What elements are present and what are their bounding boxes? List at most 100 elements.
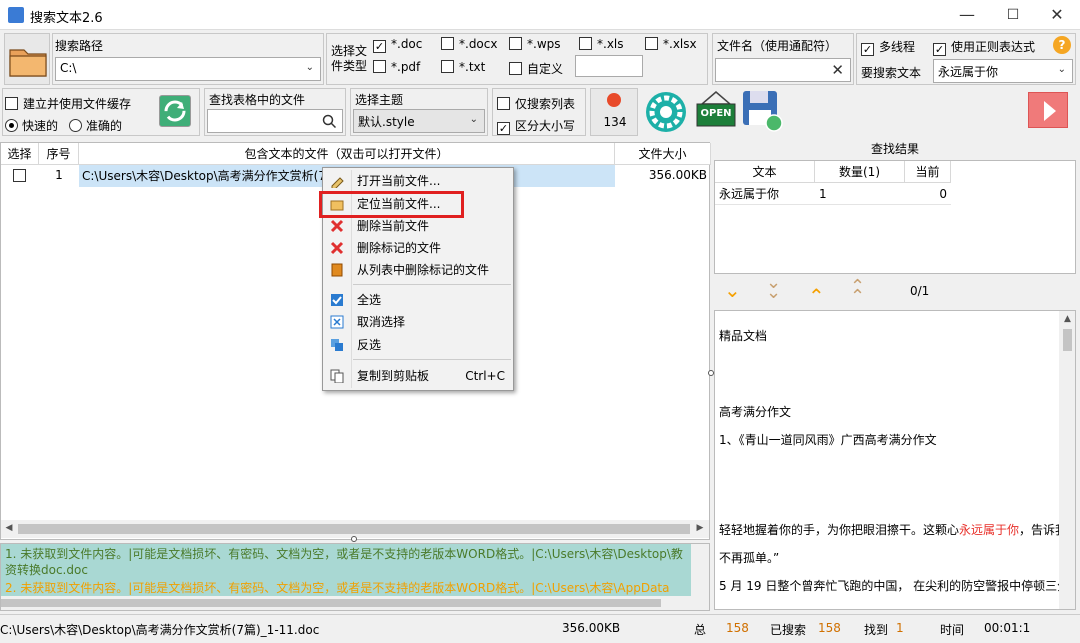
filetype-checkbox[interactable]: *.docx: [441, 37, 497, 51]
results-row[interactable]: 永远属于你 1 0: [715, 183, 951, 205]
status-size: 356.00KB: [562, 621, 621, 635]
menu-item-delete-current[interactable]: 删除当前文件: [323, 215, 513, 237]
save-button[interactable]: [740, 88, 784, 134]
column-header-select[interactable]: 选择: [1, 143, 39, 165]
filename-input[interactable]: ✕: [715, 58, 851, 82]
checkbox-unchecked: [13, 169, 26, 182]
menu-item-remove-from-list[interactable]: 从列表中删除标记的文件: [323, 259, 513, 281]
filename-label: 文件名（使用通配符）: [717, 39, 838, 53]
checkbox-checked: ✓: [373, 40, 386, 53]
filetype-checkbox[interactable]: ✓ *.doc: [373, 37, 422, 53]
only-list-checkbox[interactable]: 仅搜索列表: [497, 95, 575, 112]
title-bar: 搜索文本2.6 — ☐ ✕: [0, 0, 1080, 30]
results-header-current[interactable]: 当前: [905, 161, 951, 183]
cache-checkbox[interactable]: 建立并使用文件缓存: [5, 95, 131, 112]
scroll-right-icon[interactable]: ▶: [692, 520, 708, 536]
filetype-label: 自定义: [527, 62, 564, 76]
status-found-label: 找到: [864, 623, 889, 637]
preview-match: 永远属于你: [959, 523, 1020, 537]
menu-item-select-all[interactable]: 全选: [323, 289, 513, 311]
scrollbar-thumb[interactable]: [1063, 329, 1072, 351]
checkbox-unchecked: [441, 60, 454, 73]
custom-extension-input[interactable]: [575, 55, 643, 77]
filetype-checkbox[interactable]: *.xls: [579, 37, 624, 51]
table-search-label: 查找表格中的文件: [209, 93, 306, 107]
menu-item-label: 删除当前文件: [357, 219, 430, 233]
menu-item-invert[interactable]: 反选: [323, 334, 513, 356]
count-badge[interactable]: 134: [590, 88, 638, 136]
menu-item-label: 取消选择: [357, 315, 406, 329]
scroll-left-icon[interactable]: ◀: [1, 520, 17, 536]
filetype-checkbox[interactable]: *.pdf: [373, 60, 420, 74]
cache-group: 建立并使用文件缓存 快速的 准确的: [2, 88, 200, 136]
browse-folder-button[interactable]: [4, 33, 50, 85]
regex-checkbox[interactable]: ✓ 使用正则表达式: [933, 38, 1035, 56]
filetype-checkbox[interactable]: *.xlsx: [645, 37, 697, 51]
menu-item-copy-clipboard[interactable]: 复制到剪贴板 Ctrl+C: [323, 365, 513, 387]
first-result-icon[interactable]: ⌃ ⌃: [850, 278, 865, 306]
refresh-cache-button[interactable]: [159, 95, 191, 127]
menu-item-delete-marked[interactable]: 删除标记的文件: [323, 237, 513, 259]
gear-icon: [646, 92, 686, 132]
preview-vertical-scrollbar[interactable]: ▲: [1059, 311, 1075, 609]
filetype-label: *.txt: [459, 60, 486, 74]
row-index: 1: [55, 168, 63, 182]
count-value: 134: [603, 115, 627, 129]
menu-item-deselect[interactable]: 取消选择: [323, 311, 513, 333]
minimize-button[interactable]: —: [944, 0, 990, 30]
accurate-radio[interactable]: 准确的: [69, 117, 122, 134]
search-text-value: 永远属于你: [938, 65, 999, 79]
preview-line: 精品文档: [719, 329, 768, 343]
fast-radio[interactable]: 快速的: [5, 117, 58, 134]
filetype-checkbox[interactable]: *.txt: [441, 60, 485, 74]
table-search-input[interactable]: [207, 109, 343, 133]
settings-button[interactable]: [642, 88, 690, 136]
log-vertical-scrollbar[interactable]: [691, 544, 709, 610]
case-checkbox[interactable]: ✓ 区分大小写: [497, 117, 575, 135]
theme-select[interactable]: 默认.style ⌄: [353, 109, 485, 133]
table-search-group: 查找表格中的文件: [204, 88, 346, 136]
scrollbar-thumb[interactable]: [18, 524, 690, 534]
theme-label: 选择主题: [355, 93, 404, 107]
previous-result-icon[interactable]: ⌃: [808, 284, 825, 308]
search-path-combo[interactable]: C:\ ⌄: [55, 57, 321, 81]
log-horizontal-scrollbar[interactable]: [1, 596, 691, 610]
preview-line: 高考满分作文: [719, 405, 792, 419]
checkbox-unchecked: [373, 60, 386, 73]
preview-pane: 精品文档 高考满分作文 1、《青山一道同风雨》广西高考满分作文 轻轻地握着你的手…: [714, 310, 1076, 610]
scrollbar-thumb[interactable]: [1, 599, 661, 607]
multithread-checkbox[interactable]: ✓ 多线程: [861, 38, 915, 56]
open-sign-label: OPEN: [700, 108, 732, 119]
filetype-checkbox[interactable]: 自定义: [509, 60, 563, 77]
search-text-combo[interactable]: 永远属于你 ⌄: [933, 59, 1073, 83]
maximize-button[interactable]: ☐: [990, 0, 1036, 30]
results-header-count[interactable]: 数量(1): [815, 161, 905, 183]
chevron-down-icon: ⌄: [305, 62, 314, 73]
column-header-index[interactable]: 序号: [39, 143, 79, 165]
row-checkbox[interactable]: [13, 169, 31, 183]
scroll-up-icon[interactable]: ▲: [1059, 311, 1075, 327]
results-table: 文本 数量(1) 当前 永远属于你 1 0: [714, 160, 1076, 274]
results-header-text[interactable]: 文本: [715, 161, 815, 183]
column-header-size[interactable]: 文件大小: [615, 143, 711, 165]
status-found-value: 1: [896, 621, 904, 635]
last-result-icon[interactable]: ⌄ ⌄: [766, 274, 781, 302]
next-result-icon[interactable]: ⌄: [724, 278, 741, 302]
only-list-label: 仅搜索列表: [515, 97, 576, 111]
close-button[interactable]: ✕: [1034, 0, 1080, 30]
preview-line: 1、《青山一道同风雨》广西高考满分作文: [719, 433, 937, 447]
filetype-label: *.doc: [391, 37, 423, 51]
filetype-checkbox[interactable]: *.wps: [509, 37, 561, 51]
clear-icon[interactable]: ✕: [831, 61, 844, 79]
checkbox-unchecked: [509, 62, 522, 75]
splitter-handle[interactable]: [351, 536, 357, 542]
help-icon[interactable]: ?: [1053, 36, 1071, 54]
search-icon[interactable]: [322, 114, 336, 128]
save-icon: [743, 91, 783, 132]
status-searched-value: 158: [818, 621, 841, 635]
start-search-button[interactable]: [1028, 92, 1068, 128]
uncheck-icon: [330, 315, 344, 329]
open-sign-button[interactable]: OPEN: [694, 88, 738, 132]
menu-item-open-file[interactable]: 打开当前文件...: [323, 170, 513, 192]
column-header-file[interactable]: 包含文本的文件（双击可以打开文件）: [79, 143, 615, 165]
